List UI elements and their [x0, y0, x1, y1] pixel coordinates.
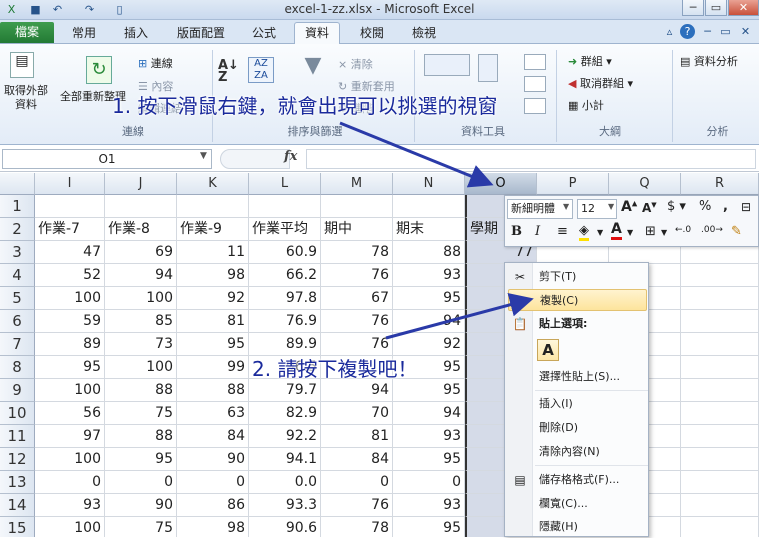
arrow-to-copy	[385, 293, 534, 340]
annotation-arrows	[339, 121, 534, 340]
arrow-to-column-o	[339, 121, 494, 188]
